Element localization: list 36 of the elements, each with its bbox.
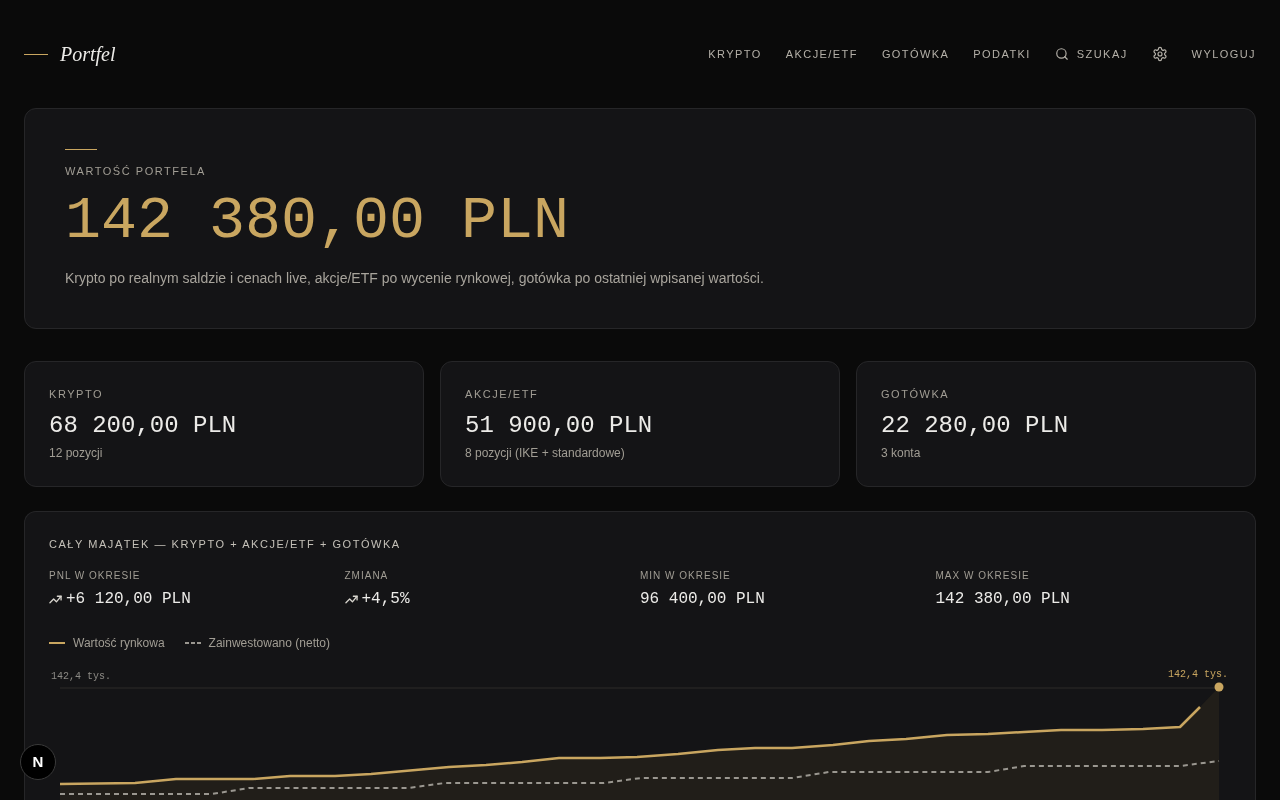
nav-link[interactable]: GOTÓWKA xyxy=(881,48,950,60)
search-button[interactable]: SZUKAJ xyxy=(1054,47,1128,61)
account-detail: 3 konta xyxy=(881,445,922,461)
account-detail: 12 pozycji xyxy=(49,445,104,461)
nav-link[interactable]: AKCJE/ETF xyxy=(785,48,858,60)
account-value: 68 200,00 PLN xyxy=(49,411,238,441)
stat-value: 142 380,00 PLN xyxy=(935,589,1070,610)
account-label: KRYPTO xyxy=(49,387,105,401)
accent-rule xyxy=(65,149,97,150)
nav-link[interactable]: KRYPTO xyxy=(708,48,762,60)
axis-tick-label: 142,4 tys. xyxy=(51,671,111,683)
account-value: 22 280,00 PLN xyxy=(881,411,1070,441)
nav-link[interactable]: WYLOGUJ xyxy=(1191,48,1256,60)
account-detail: 8 pozycji (IKE + standardowe) xyxy=(465,445,626,461)
summary-description: Krypto po realnym saldzie i cenach live, akcje/ETF po wycenie rynkowej, gotówka po ostatniej wpisanej wartości. xyxy=(65,269,765,288)
account-label: GOTÓWKA xyxy=(881,387,951,401)
stat-value: +6 120,00 PLN xyxy=(66,589,191,610)
account-value: 51 900,00 PLN xyxy=(465,411,654,441)
stat-label: ZMIANA xyxy=(344,569,390,583)
search-icon xyxy=(1054,47,1069,61)
stat-label: PNL W OKRESIE xyxy=(49,569,142,583)
accent-rule xyxy=(24,53,48,55)
stat-label: MIN W OKRESIE xyxy=(640,569,732,583)
settings-icon[interactable] xyxy=(1151,46,1168,62)
chart-title: CAŁY MAJĄTEK — KRYPTO + AKCJE/ETF + GOTÓWKA xyxy=(49,537,402,551)
legend-label: Wartość rynkowa xyxy=(73,635,165,651)
stat-value: 96 400,00 PLN xyxy=(640,589,765,610)
account-label: AKCJE/ETF xyxy=(465,387,540,401)
portfolio-value: 142 380,00 PLN xyxy=(65,190,571,252)
legend-label: Zainwestowano (netto) xyxy=(208,635,330,651)
stat-label: MAX W OKRESIE xyxy=(935,569,1031,583)
end-value-label: 142,4 tys. xyxy=(1168,669,1228,681)
logo: Portfel xyxy=(60,42,116,68)
summary-label: WARTOŚĆ PORTFELA xyxy=(65,164,207,178)
stat-value: +4,5% xyxy=(361,589,410,610)
nav-link[interactable]: PODATKI xyxy=(973,48,1031,60)
